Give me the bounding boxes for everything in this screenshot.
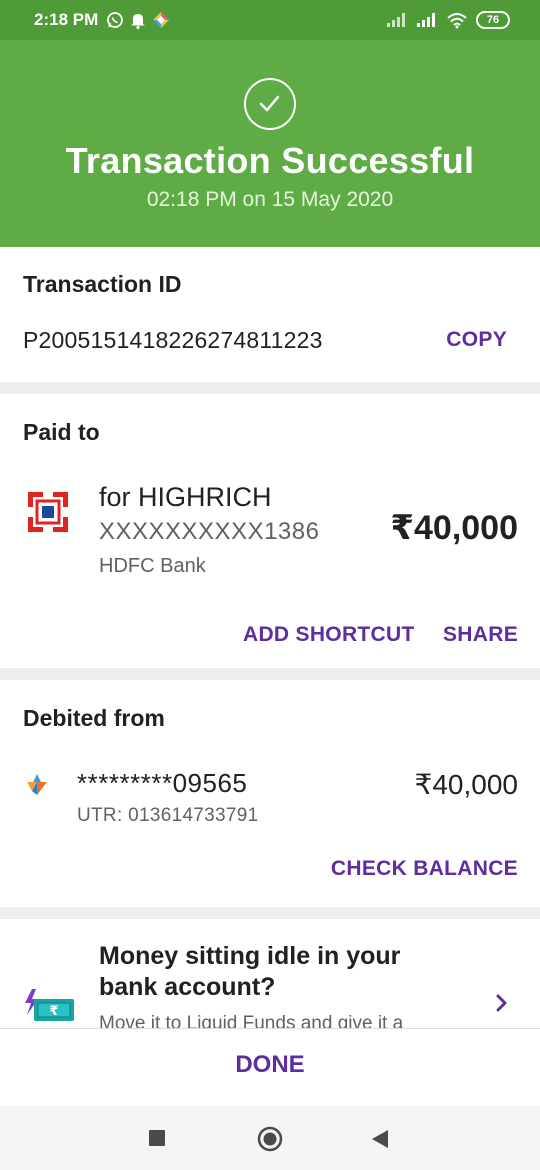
check-circle-icon: [244, 78, 296, 130]
source-account-number: *********09565: [77, 768, 248, 798]
bank-logo-icon: [27, 774, 47, 795]
signal-icon: [387, 13, 405, 27]
add-shortcut-button[interactable]: ADD SHORTCUT: [243, 623, 415, 647]
debited-amount: ₹40,000: [414, 769, 518, 800]
transaction-id-card: Transaction ID P2005151418226274811223 C…: [0, 247, 540, 382]
paid-amount: ₹40,000: [390, 509, 518, 547]
done-bar: DONE: [0, 1028, 540, 1106]
status-bar: 2:18 PM 76: [0, 0, 540, 40]
utr-number: UTR: 013614733791: [77, 805, 259, 826]
notification-bell-icon: [131, 14, 146, 29]
payee-name: for HIGHRICH: [99, 482, 272, 512]
recent-apps-icon[interactable]: [149, 1130, 165, 1146]
wifi-icon: [447, 13, 467, 29]
liquid-funds-promo-card[interactable]: ₹ Money sitting idle in your bank accoun…: [0, 919, 540, 1029]
paid-to-card: Paid to for HIGHRICH XXXXXXXXXX1386 HDFC…: [0, 394, 540, 668]
rupee-note-icon: ₹: [25, 989, 74, 1021]
promo-description: Move it to Liquid Funds and give it a: [99, 1013, 404, 1029]
status-time: 2:18 PM: [34, 10, 99, 29]
system-nav-bar: [0, 1106, 540, 1170]
copy-button[interactable]: COPY: [446, 328, 507, 352]
signal-icon: [417, 13, 435, 27]
home-icon[interactable]: [257, 1126, 283, 1152]
transaction-id-label: Transaction ID: [23, 271, 182, 297]
svg-text:₹: ₹: [49, 1004, 58, 1019]
paid-to-label: Paid to: [23, 419, 100, 445]
battery-icon: 76: [476, 11, 510, 29]
whatsapp-icon: [107, 12, 124, 28]
debited-from-label: Debited from: [23, 705, 165, 731]
payee-account-number: XXXXXXXXXX1386: [99, 518, 320, 545]
chevron-right-icon[interactable]: [494, 993, 510, 1013]
done-button[interactable]: DONE: [0, 1051, 540, 1079]
debited-from-card: Debited from *********09565 UTR: 0136147…: [0, 680, 540, 907]
status-icons-left: [106, 11, 170, 29]
status-icons-right: 76: [386, 11, 510, 29]
success-header: Transaction Successful 02:18 PM on 15 Ma…: [0, 40, 540, 247]
check-balance-button[interactable]: CHECK BALANCE: [331, 857, 518, 881]
transaction-datetime: 02:18 PM on 15 May 2020: [146, 188, 394, 211]
share-button[interactable]: SHARE: [443, 623, 518, 647]
promo-title: Money sitting idle in your bank account?: [99, 942, 401, 1001]
page-title: Transaction Successful: [65, 140, 475, 181]
app-icon: [153, 12, 170, 28]
payee-bank-name: HDFC Bank: [99, 555, 206, 577]
transaction-id-value: P2005151418226274811223: [23, 327, 323, 353]
hdfc-logo-icon: [28, 492, 68, 532]
back-icon[interactable]: [371, 1129, 389, 1149]
